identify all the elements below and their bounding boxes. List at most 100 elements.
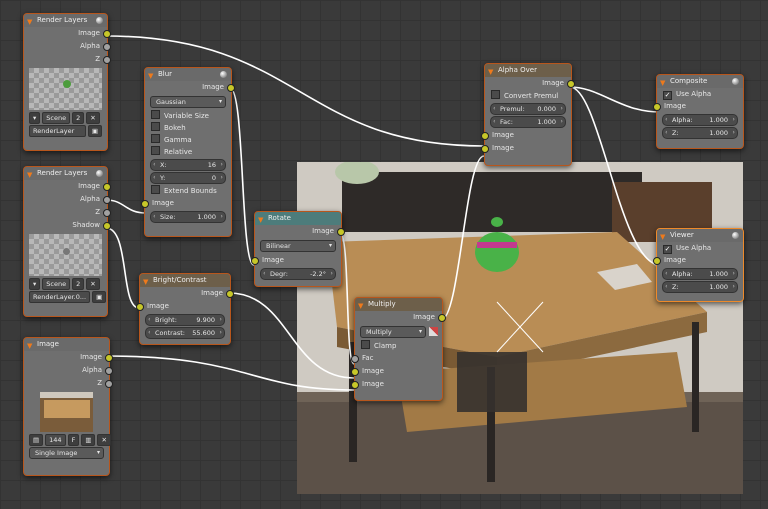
socket-dot-icon[interactable] [103,56,111,64]
input-socket-image[interactable]: Image [653,254,743,267]
render-layers-node-1[interactable]: ▼ Render Layers Image Alpha Z ▾ Scene 2 … [23,13,111,151]
close-icon[interactable]: ✕ [97,433,111,446]
checkbox-box[interactable] [361,340,370,349]
checkbox-box[interactable] [151,185,160,194]
socket-dot-icon[interactable] [337,228,345,236]
layer-selector[interactable]: RenderLayer ▣ [29,125,102,137]
close-icon[interactable]: ✕ [86,277,100,290]
output-socket-shadow[interactable]: Shadow [24,219,111,232]
bright-field[interactable]: Bright: 9.900 [145,314,225,326]
checkbox-box[interactable]: ✓ [663,91,672,100]
z-field[interactable]: Z: 1.000 [662,281,738,293]
checkbox-box[interactable] [151,134,160,143]
socket-dot-icon[interactable] [227,84,235,92]
socket-dot-icon[interactable] [103,183,111,191]
z-field[interactable]: Z: 1.000 [662,127,738,139]
socket-dot-icon[interactable] [103,196,111,204]
socket-dot-icon[interactable] [226,290,234,298]
output-socket-z[interactable]: Z [24,377,113,390]
input-socket-image-1[interactable]: Image [481,129,571,142]
input-socket-image[interactable]: Image [141,197,231,210]
render-camera-icon[interactable]: ▣ [87,125,102,137]
output-socket-image[interactable]: Image [355,311,446,324]
scene-type-icon[interactable]: ▾ [29,111,41,124]
scene-users[interactable]: 2 [72,111,85,124]
socket-dot-icon[interactable] [141,200,149,208]
variable-size-checkbox[interactable]: Variable Size [145,110,231,122]
preview-sphere-icon[interactable] [220,71,227,78]
socket-dot-icon[interactable] [103,209,111,217]
viewer-node[interactable]: ▼ Viewer ✓ Use Alpha Image Alpha: 1.000 Z:… [653,228,744,302]
input-socket-image-2[interactable]: Image [351,378,442,391]
input-socket-image[interactable]: Image [653,100,743,113]
filter-type-dropdown[interactable]: Bilinear ▾ [260,240,336,252]
use-alpha-checkbox[interactable]: ✓ Use Alpha [657,88,743,100]
scene-name[interactable]: Scene [42,111,71,124]
node-header[interactable]: ▼ Image [24,338,109,351]
layer-dropdown[interactable]: RenderLayer.0... [29,291,91,303]
image-users[interactable]: 144 [45,433,66,446]
blur-node[interactable]: ▼ Blur Image Gaussian ▾ Variable Size Bo… [141,67,235,237]
node-header[interactable]: ▼ Alpha Over [485,64,571,77]
checkbox-box[interactable] [151,110,160,119]
node-header[interactable]: ▼ Render Layers [24,14,107,27]
socket-dot-icon[interactable] [438,314,446,322]
output-socket-image[interactable]: Image [140,287,234,300]
node-header[interactable]: ▼ Render Layers [24,167,107,180]
node-header[interactable]: ▼ Viewer [657,229,743,242]
blur-x-field[interactable]: X: 16 [150,159,226,171]
premul-field[interactable]: Premul: 0.000 [490,103,566,115]
degrees-field[interactable]: Degr: -2.2° [260,268,336,280]
input-socket-image[interactable]: Image [251,254,341,267]
blur-y-field[interactable]: Y: 0 [150,172,226,184]
preview-sphere-icon[interactable] [96,170,103,177]
scene-name[interactable]: Scene [42,277,71,290]
socket-dot-icon[interactable] [653,103,661,111]
render-camera-icon[interactable]: ▣ [92,291,107,303]
relative-checkbox[interactable]: Relative [145,146,231,158]
output-socket-alpha[interactable]: Alpha [24,40,111,53]
output-socket-image[interactable]: Image [485,77,575,90]
render-layers-node-2[interactable]: ▼ Render Layers Image Alpha Z Shadow ▾ S… [23,166,111,317]
node-header[interactable]: ▼ Rotate [255,212,341,225]
socket-dot-icon[interactable] [105,367,113,375]
socket-dot-icon[interactable] [653,257,661,265]
preview-sphere-icon[interactable] [732,78,739,85]
bokeh-checkbox[interactable]: Bokeh [145,122,231,134]
checkbox-box[interactable] [151,146,160,155]
composite-node[interactable]: ▼ Composite ✓ Use Alpha Image Alpha: 1.000… [653,74,744,149]
scene-selector[interactable]: ▾ Scene 2 ✕ [29,277,102,290]
output-socket-image[interactable]: Image [24,351,113,364]
preview-sphere-icon[interactable] [96,17,103,24]
image-browse-icon[interactable]: ▤ [29,433,44,446]
output-socket-image[interactable]: Image [145,81,235,94]
socket-dot-icon[interactable] [105,354,113,362]
socket-dot-icon[interactable] [351,381,359,389]
blend-type-dropdown[interactable]: Multiply ▾ [360,326,438,338]
socket-dot-icon[interactable] [103,222,111,230]
output-socket-alpha[interactable]: Alpha [24,193,111,206]
bright-contrast-node[interactable]: ▼ Bright/Contrast Image Image Bright: 9.9… [136,273,234,345]
alpha-checker-icon[interactable] [429,327,438,336]
input-socket-image[interactable]: Image [136,300,230,313]
output-socket-image[interactable]: Image [24,180,111,193]
scene-type-icon[interactable]: ▾ [29,277,41,290]
convert-premul-checkbox[interactable]: Convert Premul [485,90,571,102]
open-folder-icon[interactable]: ▥ [81,433,96,446]
contrast-field[interactable]: Contrast: 55.600 [145,327,225,339]
checkbox-box[interactable] [151,122,160,131]
socket-dot-icon[interactable] [136,303,144,311]
node-header[interactable]: ▼ Multiply [355,298,442,311]
scene-users[interactable]: 2 [72,277,85,290]
output-socket-image[interactable]: Image [255,225,345,238]
socket-dot-icon[interactable] [567,80,575,88]
output-socket-z[interactable]: Z [24,53,111,66]
input-socket-image-2[interactable]: Image [481,142,571,155]
node-header[interactable]: ▼ Composite [657,75,743,88]
multiply-node[interactable]: ▼ Multiply Image Multiply ▾ Clamp Fac Im… [351,297,446,401]
use-alpha-checkbox[interactable]: ✓ Use Alpha [657,242,743,254]
alpha-field[interactable]: Alpha: 1.000 [662,268,738,280]
filter-type-dropdown[interactable]: Gaussian ▾ [150,96,226,108]
image-node[interactable]: ▼ Image Image Alpha Z ▤ 144 F ▥ ✕ Single… [23,337,113,476]
layer-selector[interactable]: RenderLayer.0... ▣ [29,291,107,303]
